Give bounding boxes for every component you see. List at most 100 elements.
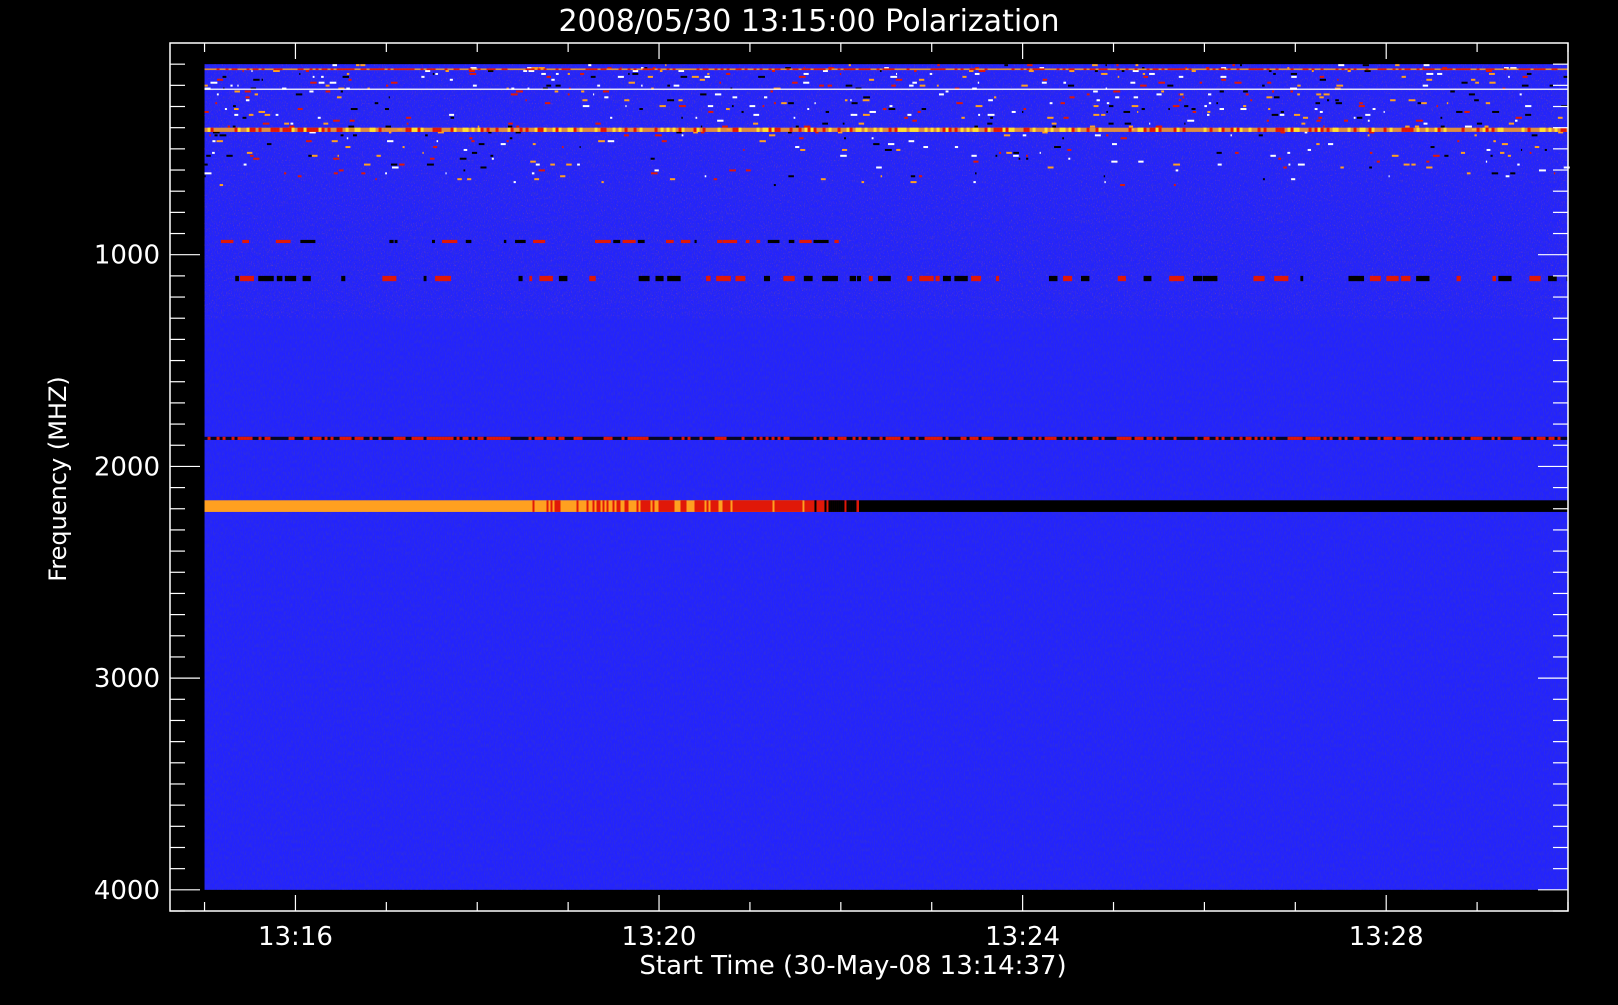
feature-segment xyxy=(753,113,760,116)
feature-segment xyxy=(717,436,721,440)
feature-segment xyxy=(736,500,739,512)
feature-segment xyxy=(1456,275,1461,282)
feature-segment xyxy=(774,500,777,512)
feature-segment xyxy=(1111,160,1118,163)
feature-segment xyxy=(1135,64,1139,67)
feature-segment xyxy=(515,239,526,244)
feature-segment xyxy=(936,127,940,132)
feature-segment xyxy=(852,68,856,71)
feature-segment xyxy=(315,436,319,440)
feature-segment xyxy=(1071,68,1075,71)
feature-segment xyxy=(477,127,481,132)
feature-segment xyxy=(381,68,385,71)
feature-segment xyxy=(318,127,322,132)
y-tick-label: 2000 xyxy=(94,452,160,482)
y-tick-label: 1000 xyxy=(94,241,160,271)
feature-segment xyxy=(1335,68,1339,71)
feature-segment xyxy=(1219,90,1224,93)
feature-segment xyxy=(1291,75,1297,78)
feature-segment xyxy=(627,68,631,71)
feature-segment xyxy=(1479,436,1483,440)
feature-segment xyxy=(618,500,621,512)
feature-segment xyxy=(1460,151,1466,154)
feature-segment xyxy=(843,68,847,71)
feature-segment xyxy=(532,143,536,146)
feature-segment xyxy=(297,108,303,111)
feature-segment xyxy=(840,500,843,512)
feature-segment xyxy=(215,102,218,105)
feature-segment xyxy=(360,68,364,71)
feature-segment xyxy=(1464,110,1470,113)
feature-segment xyxy=(1149,436,1153,440)
feature-segment xyxy=(554,90,559,93)
feature-segment xyxy=(1187,119,1195,122)
feature-segment xyxy=(861,68,865,71)
feature-segment xyxy=(623,134,629,137)
feature-segment xyxy=(425,134,428,137)
feature-segment xyxy=(712,500,715,512)
feature-segment xyxy=(538,169,546,172)
feature-segment xyxy=(1149,127,1153,132)
feature-segment xyxy=(385,84,389,87)
feature-segment xyxy=(657,68,661,71)
feature-segment xyxy=(535,163,540,166)
feature-segment xyxy=(284,172,287,175)
feature-segment xyxy=(1364,70,1371,73)
feature-segment xyxy=(803,72,809,75)
feature-segment xyxy=(828,68,832,71)
feature-segment xyxy=(1434,127,1438,132)
feature-segment xyxy=(842,122,845,125)
feature-segment xyxy=(276,127,280,132)
feature-segment xyxy=(962,75,967,78)
feature-segment xyxy=(598,500,601,512)
feature-segment xyxy=(227,125,230,128)
feature-segment xyxy=(604,96,609,99)
feature-segment xyxy=(1311,436,1315,440)
feature-segment xyxy=(1380,68,1384,71)
feature-segment xyxy=(666,127,670,132)
feature-segment xyxy=(384,108,390,111)
feature-segment xyxy=(216,93,219,96)
feature-segment xyxy=(573,436,577,440)
feature-segment xyxy=(595,122,601,125)
feature-segment xyxy=(796,500,799,512)
feature-segment xyxy=(558,500,561,512)
feature-segment xyxy=(1081,275,1090,282)
feature-segment xyxy=(745,169,751,172)
feature-segment xyxy=(204,84,208,87)
feature-segment xyxy=(348,125,355,128)
feature-segment xyxy=(678,105,686,108)
feature-segment xyxy=(768,500,771,512)
feature-segment xyxy=(850,99,852,102)
feature-segment xyxy=(435,127,439,132)
feature-segment xyxy=(488,70,494,73)
feature-segment xyxy=(828,500,831,512)
feature-segment xyxy=(617,75,624,78)
feature-segment xyxy=(1529,275,1541,282)
feature-segment xyxy=(507,125,513,128)
feature-segment xyxy=(330,436,334,440)
feature-segment xyxy=(382,275,397,282)
feature-segment xyxy=(956,102,963,105)
feature-segment xyxy=(714,500,717,512)
feature-segment xyxy=(687,436,691,440)
feature-segment xyxy=(1263,127,1267,132)
feature-segment xyxy=(1245,436,1249,440)
feature-segment xyxy=(1134,68,1138,71)
feature-segment xyxy=(532,500,535,512)
feature-segment xyxy=(1104,181,1106,184)
feature-segment xyxy=(1023,108,1027,111)
feature-segment xyxy=(1468,93,1475,96)
feature-segment xyxy=(336,127,340,132)
feature-segment xyxy=(919,84,926,87)
feature-segment xyxy=(765,127,769,132)
feature-segment xyxy=(540,127,544,132)
feature-segment xyxy=(1113,90,1121,93)
feature-segment xyxy=(1239,436,1243,440)
feature-segment xyxy=(1336,84,1344,87)
feature-segment xyxy=(1120,137,1127,140)
feature-segment xyxy=(1125,436,1129,440)
feature-segment xyxy=(659,70,663,73)
feature-segment xyxy=(1027,64,1033,67)
feature-segment xyxy=(312,127,316,132)
